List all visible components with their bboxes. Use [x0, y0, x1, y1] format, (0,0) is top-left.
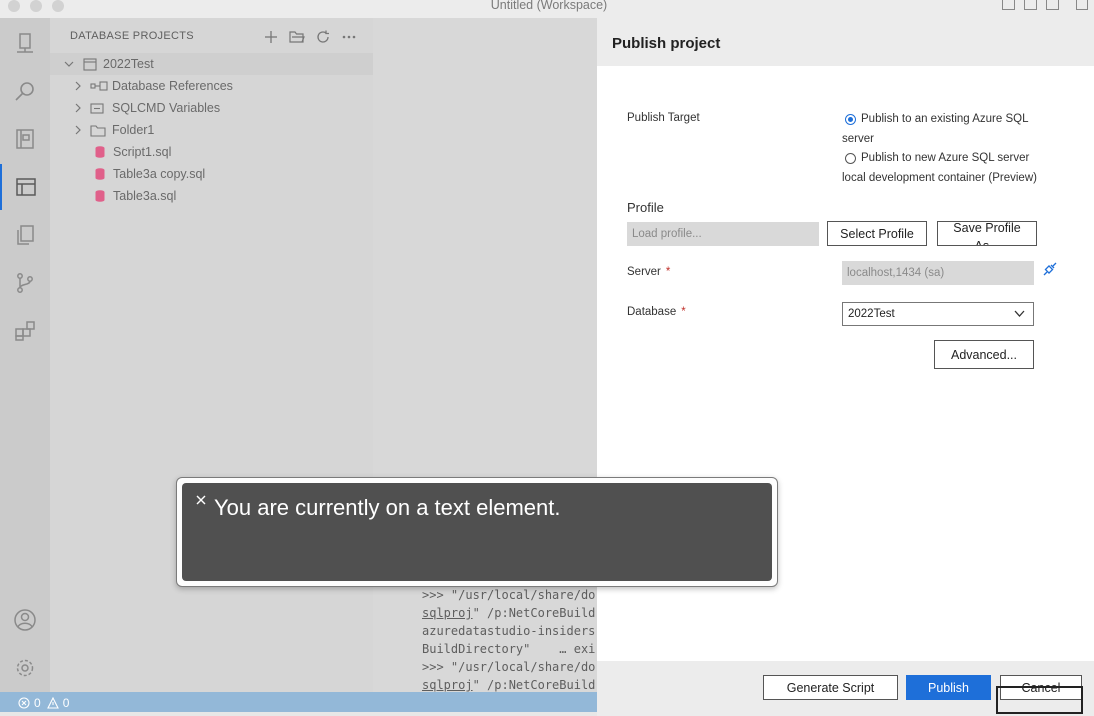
- advanced-button[interactable]: Advanced...: [934, 340, 1034, 369]
- existing-server-option-label[interactable]: Publish to an existing Azure SQL: [861, 113, 1029, 125]
- existing-server-radio[interactable]: [845, 114, 856, 125]
- caption-message: You are currently on a text element.: [214, 495, 561, 520]
- open-project-icon[interactable]: [288, 28, 306, 46]
- tree-item-label: Table3a.sql: [113, 189, 177, 203]
- dialog-title: Publish project: [612, 35, 721, 52]
- load-profile-input[interactable]: Load profile...: [627, 222, 819, 246]
- publish-button[interactable]: Publish: [906, 675, 991, 700]
- save-profile-label: Save Profile: [953, 221, 1021, 235]
- terminal-line: azuredatastudio-insiders: [422, 624, 596, 638]
- refresh-icon[interactable]: [314, 28, 332, 46]
- references-icon: [90, 81, 108, 91]
- generate-script-button[interactable]: Generate Script: [763, 675, 898, 700]
- variables-icon: [90, 102, 104, 114]
- dialog-footer: Generate Script Publish Cancel: [597, 661, 1094, 716]
- warning-count: 0: [62, 696, 70, 710]
- tree-item-script1[interactable]: Script1.sql: [50, 141, 373, 163]
- activity-bar: [0, 18, 50, 692]
- chevron-right-icon: [75, 103, 81, 113]
- existing-server-option-label-cont: server: [842, 133, 874, 145]
- toggle-panel-icon[interactable]: [1024, 0, 1037, 10]
- toggle-sidebar-icon[interactable]: [1002, 0, 1015, 10]
- save-profile-label-cont: As...: [974, 239, 1000, 246]
- chevron-down-icon: [1014, 310, 1025, 317]
- database-select[interactable]: 2022Test: [842, 302, 1034, 326]
- profile-heading: Profile: [627, 200, 664, 215]
- save-profile-as-button[interactable]: Save Profile As...: [937, 221, 1037, 246]
- sql-file-icon: [95, 146, 105, 158]
- select-profile-button[interactable]: Select Profile: [827, 221, 927, 246]
- database-projects-icon[interactable]: [0, 164, 50, 210]
- title-bar: Untitled (Workspace): [0, 0, 1094, 18]
- settings-icon[interactable]: [0, 645, 50, 691]
- new-server-option-label[interactable]: Publish to new Azure SQL server: [861, 152, 1029, 164]
- more-icon[interactable]: [340, 28, 358, 46]
- database-select-value: 2022Test: [848, 308, 895, 320]
- explorer-icon[interactable]: [0, 212, 50, 258]
- publish-target-label: Publish Target: [627, 112, 700, 124]
- close-icon[interactable]: [194, 493, 208, 507]
- terminal-line: sqlproj" /p:NetCoreBuild: [422, 606, 596, 620]
- status-bar: 0 0: [0, 692, 597, 712]
- tree-item-database-references[interactable]: Database References: [50, 75, 373, 97]
- sql-file-icon: [95, 168, 105, 180]
- tree-item-label: Table3a copy.sql: [113, 167, 206, 181]
- sql-file-icon: [95, 190, 105, 202]
- toggle-secondary-sidebar-icon[interactable]: [1046, 0, 1059, 10]
- problems-indicator[interactable]: 0 0: [18, 696, 69, 710]
- chevron-right-icon: [75, 81, 81, 91]
- notebooks-icon[interactable]: [0, 116, 50, 162]
- connect-server-icon[interactable]: [1042, 261, 1058, 280]
- warning-icon: [46, 697, 59, 709]
- dialog-header: Publish project: [597, 18, 1094, 66]
- project-icon: [83, 57, 97, 71]
- server-input[interactable]: localhost,1434 (sa): [842, 261, 1034, 285]
- window-title: Untitled (Workspace): [490, 0, 608, 12]
- project-label: 2022Test: [103, 57, 154, 71]
- account-icon[interactable]: [0, 597, 50, 643]
- new-project-icon[interactable]: [262, 28, 280, 46]
- terminal-output: >>> "/usr/local/share/do sqlproj" /p:NetC…: [422, 586, 598, 694]
- terminal-line: BuildDirectory" … exi: [422, 642, 596, 656]
- voiceover-caption-panel: You are currently on a text element.: [176, 477, 778, 587]
- folder-icon: [90, 124, 106, 137]
- customize-layout-icon[interactable]: [1076, 0, 1088, 10]
- error-count: 0: [34, 696, 41, 710]
- error-icon: [18, 697, 30, 709]
- tree-item-label: Database References: [112, 79, 233, 93]
- tree-item-sqlcmd-variables[interactable]: SQLCMD Variables: [50, 97, 373, 119]
- tree-item-folder1[interactable]: Folder1: [50, 119, 373, 141]
- connections-icon[interactable]: [0, 20, 50, 66]
- terminal-line: >>> "/usr/local/share/do: [422, 588, 596, 602]
- tree-item-label: SQLCMD Variables: [112, 101, 221, 115]
- chevron-down-icon: [64, 61, 74, 67]
- search-icon[interactable]: [0, 68, 50, 114]
- chevron-right-icon: [75, 125, 81, 135]
- tree-item-table3a[interactable]: Table3a.sql: [50, 185, 373, 207]
- source-control-icon[interactable]: [0, 260, 50, 306]
- extensions-icon[interactable]: [0, 308, 50, 354]
- server-label: Server *: [627, 266, 671, 278]
- terminal-line: >>> "/usr/local/share/do: [422, 660, 596, 674]
- caption-body: You are currently on a text element.: [182, 483, 772, 581]
- project-node[interactable]: 2022Test: [50, 53, 373, 75]
- database-label: Database *: [627, 306, 686, 318]
- tree-item-label: Folder1: [112, 123, 155, 137]
- sidebar-title: DATABASE PROJECTS: [70, 30, 194, 42]
- publish-project-dialog: Publish project Publish Target Publish t…: [597, 18, 1094, 716]
- database-projects-sidebar: DATABASE PROJECTS 2022Test Database Refe…: [50, 18, 373, 692]
- tree-item-label: Script1.sql: [113, 145, 172, 159]
- tree-item-table3a-copy[interactable]: Table3a copy.sql: [50, 163, 373, 185]
- new-server-option-label-cont: local development container (Preview): [842, 172, 1037, 184]
- voiceover-focus-ring: [996, 686, 1083, 714]
- new-server-radio[interactable]: [845, 153, 856, 164]
